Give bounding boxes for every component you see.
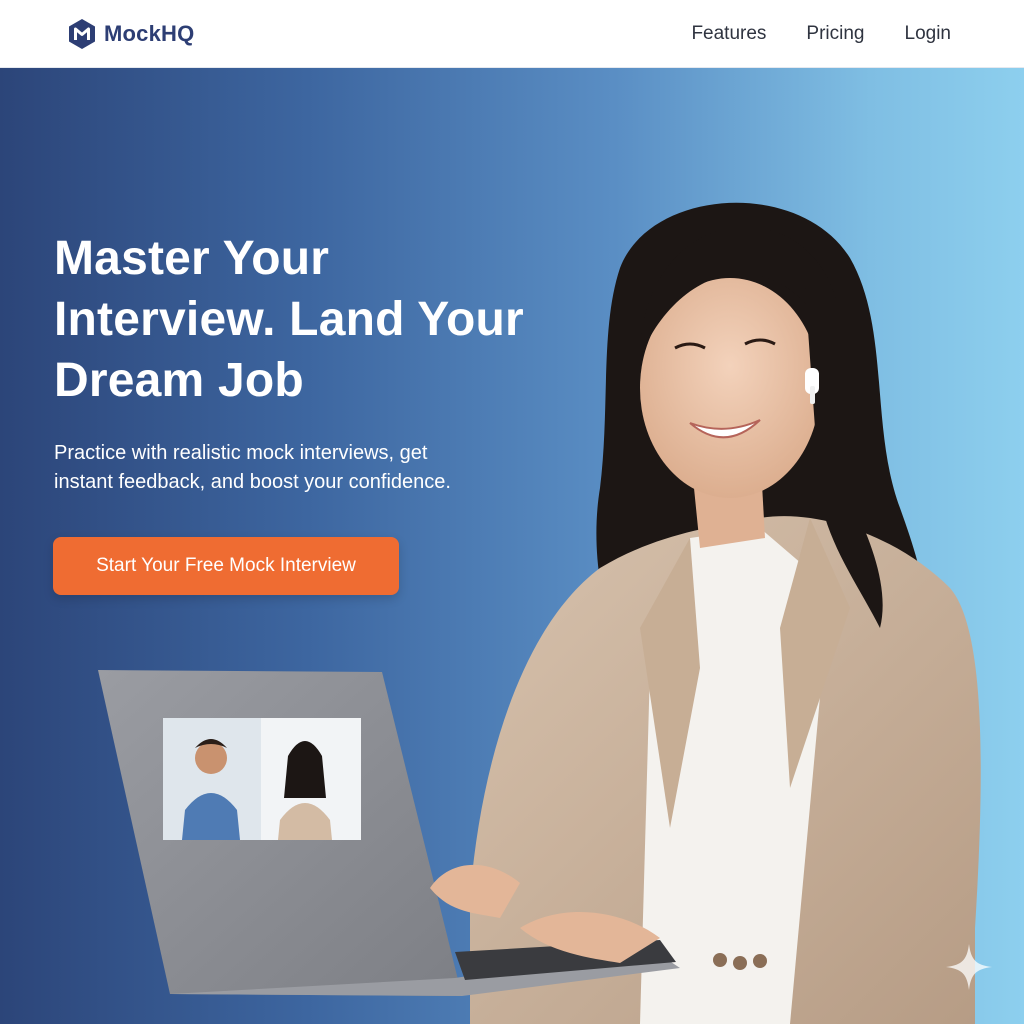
- site-header: MockHQ Features Pricing Login: [0, 0, 1024, 68]
- headline-line: Interview. Land Your: [54, 293, 524, 346]
- hero-subheading: Practice with realistic mock interviews,…: [54, 439, 524, 497]
- brand-name: MockHQ: [104, 20, 195, 46]
- nav-pricing[interactable]: Pricing: [806, 23, 864, 45]
- headline-line: Master Your: [54, 232, 330, 285]
- brand[interactable]: MockHQ: [68, 18, 194, 50]
- start-mock-interview-button[interactable]: Start Your Free Mock Interview: [53, 537, 399, 595]
- headline-line: Dream Job: [54, 354, 304, 407]
- hero-section: Master Your Interview. Land Your Dream J…: [0, 68, 1024, 1024]
- hero-headline: Master Your Interview. Land Your Dream J…: [54, 228, 574, 411]
- hero-copy: Master Your Interview. Land Your Dream J…: [54, 228, 574, 497]
- nav-login[interactable]: Login: [905, 23, 952, 45]
- main-nav: Features Pricing Login: [691, 23, 951, 45]
- nav-features[interactable]: Features: [691, 23, 766, 45]
- subhead-line: instant feedback, and boost your confide…: [54, 471, 451, 493]
- sparkle-icon: [946, 944, 992, 990]
- logo-icon: [69, 18, 95, 49]
- subhead-line: Practice with realistic mock interviews,…: [54, 442, 428, 464]
